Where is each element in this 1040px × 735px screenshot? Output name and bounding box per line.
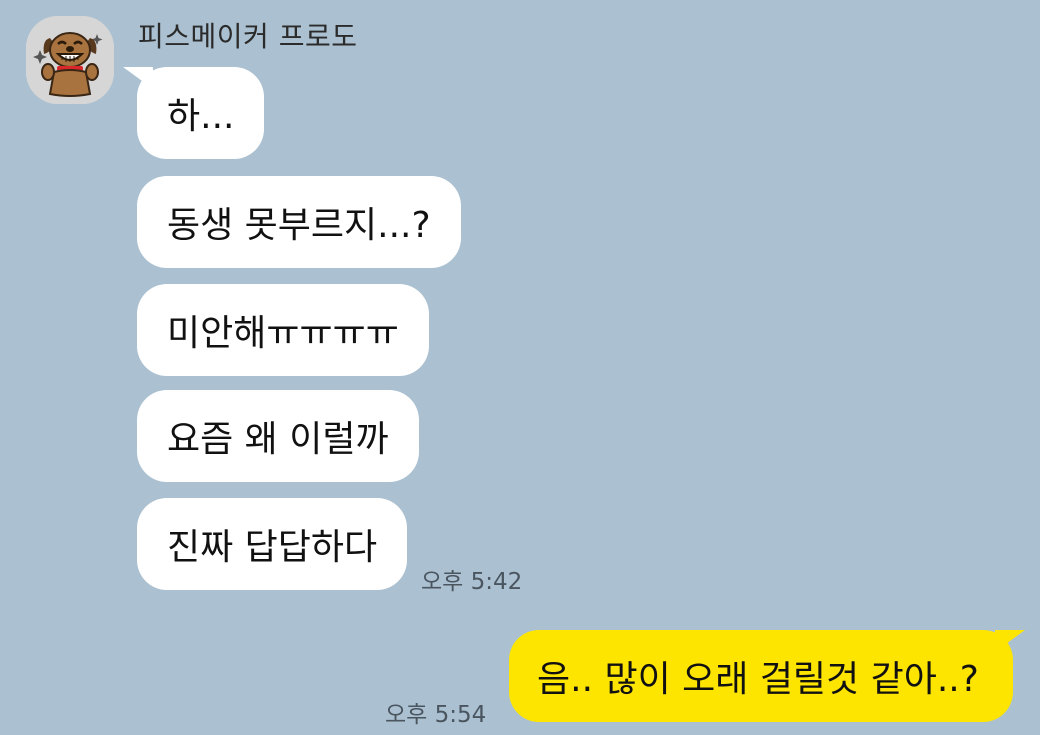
frodo-dog-avatar-icon [26, 16, 114, 104]
incoming-message-bubble[interactable]: 요즘 왜 이럴까 [137, 390, 419, 482]
incoming-timestamp: 오후 5:42 [421, 569, 523, 595]
incoming-message-bubble[interactable]: 진짜 답답하다 [137, 498, 408, 590]
incoming-message-bubble[interactable]: 하... [122, 67, 265, 159]
sender-name: 피스메이커 프로도 [138, 20, 358, 53]
avatar[interactable] [26, 16, 114, 104]
incoming-message-bubble[interactable]: 동생 못부르지...? [137, 176, 461, 268]
outgoing-timestamp: 오후 5:54 [385, 702, 487, 728]
chat-area: 피스메이커 프로도 하... 동생 못부르지...? 미안해ㅠㅠㅠㅠ 요즘 왜 … [0, 0, 1040, 735]
outgoing-message-bubble[interactable]: 음.. 많이 오래 걸릴것 같아..? [509, 630, 1025, 722]
incoming-message-bubble[interactable]: 미안해ㅠㅠㅠㅠ [137, 284, 429, 376]
